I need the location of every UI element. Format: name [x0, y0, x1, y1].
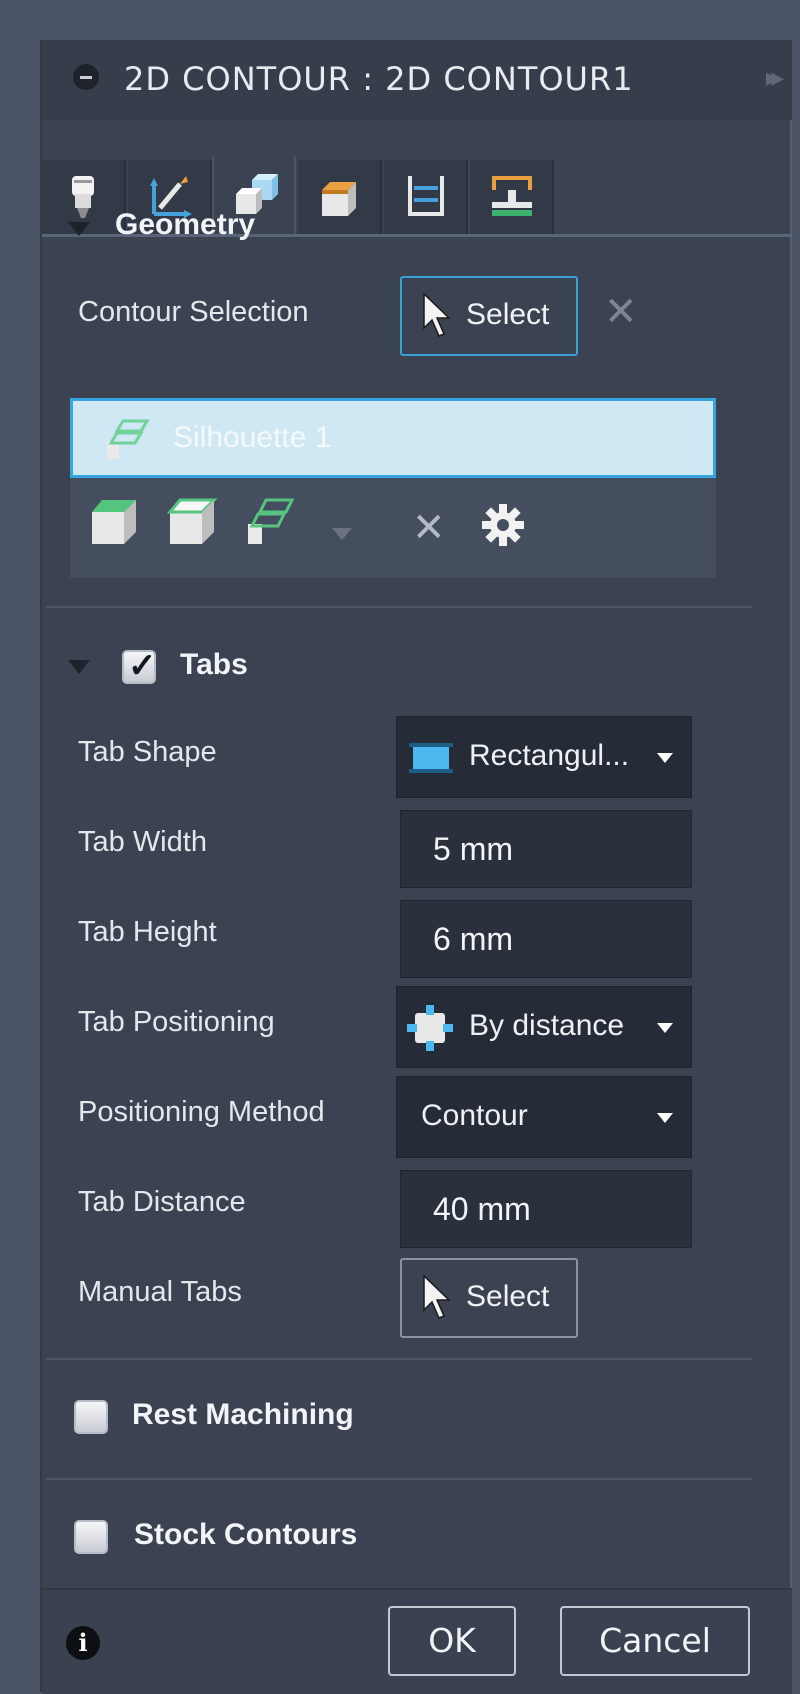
tabs-checkbox[interactable]: ✓ — [122, 647, 157, 685]
positioning-method-label: Positioning Method — [78, 1096, 325, 1128]
tab-positioning-value: By distance — [469, 1009, 625, 1042]
selected-contour-item[interactable]: Silhouette 1 — [70, 398, 716, 478]
selected-contour-label: Silhouette 1 — [173, 421, 332, 454]
cancel-button[interactable]: Cancel — [560, 1606, 750, 1676]
section-divider — [46, 1358, 752, 1360]
chevron-down-icon — [657, 1113, 673, 1123]
green-edge-cube-icon[interactable] — [166, 494, 218, 548]
cursor-arrow-icon — [423, 1274, 451, 1319]
tab-positioning-dropdown[interactable]: By distance — [396, 986, 692, 1068]
expand-arrows-icon[interactable]: ▸▸ — [766, 62, 784, 93]
geometry-collapse-arrow-icon[interactable] — [68, 222, 90, 236]
tab-distance-field[interactable]: 40 mm — [400, 1170, 692, 1248]
info-icon[interactable]: i — [66, 1626, 100, 1660]
tab-shape-dropdown[interactable]: Rectangul... — [396, 716, 692, 798]
linking-icon — [492, 176, 532, 216]
manual-tabs-select-button[interactable]: Select — [400, 1258, 578, 1338]
cursor-arrow-icon — [423, 292, 451, 337]
rectangular-tab-icon — [409, 743, 453, 773]
silhouette-icon — [107, 419, 150, 459]
section-divider — [46, 1478, 752, 1480]
gear-icon[interactable] — [480, 502, 526, 548]
tab-width-label: Tab Width — [78, 826, 207, 858]
rest-machining-title[interactable]: Rest Machining — [132, 1398, 354, 1432]
tool-options-dropdown-icon[interactable] — [332, 528, 352, 540]
tab-passes[interactable] — [384, 160, 468, 236]
stock-cube-icon — [322, 182, 356, 216]
positioning-method-dropdown[interactable]: Contour — [396, 1076, 692, 1158]
tab-width-field[interactable]: 5 mm — [400, 810, 692, 888]
manual-tabs-label: Manual Tabs — [78, 1276, 242, 1308]
tab-width-value: 5 mm — [433, 831, 513, 867]
tab-height-value: 6 mm — [433, 921, 513, 957]
tab-height-label: Tab Height — [78, 916, 217, 948]
tab-positioning-label: Tab Positioning — [78, 1006, 275, 1038]
tab-shape-value: Rectangul... — [469, 739, 630, 772]
contour-select-label: Select — [466, 298, 550, 331]
remove-selection-icon[interactable]: ✕ — [412, 508, 446, 548]
tab-stock[interactable] — [298, 160, 382, 236]
manual-tabs-select-label: Select — [466, 1280, 550, 1313]
rest-machining-checkbox[interactable] — [74, 1400, 108, 1434]
section-divider — [46, 606, 752, 608]
dialog-title-bar[interactable]: 2D CONTOUR : 2D CONTOUR1 ▸▸ — [42, 40, 792, 120]
tab-distance-label: Tab Distance — [78, 1186, 246, 1218]
contour-selection-list: Silhouette 1 ✕ — [70, 398, 716, 578]
tab-height-field[interactable]: 6 mm — [400, 900, 692, 978]
contour-selection-label: Contour Selection — [78, 296, 309, 328]
tab-distance-value: 40 mm — [433, 1191, 531, 1227]
tab-linking[interactable] — [470, 160, 554, 236]
tabs-collapse-arrow-icon[interactable] — [68, 660, 90, 674]
green-face-cube-icon[interactable] — [88, 494, 140, 548]
clear-selection-icon[interactable]: ✕ — [604, 292, 638, 332]
stock-contours-title[interactable]: Stock Contours — [134, 1518, 357, 1552]
dialog-footer: i OK Cancel — [42, 1588, 792, 1694]
passes-icon — [408, 176, 444, 216]
geometry-section-title[interactable]: Geometry — [115, 208, 255, 242]
ok-button[interactable]: OK — [388, 1606, 516, 1676]
tab-shape-label: Tab Shape — [78, 736, 217, 768]
chevron-down-icon — [657, 1023, 673, 1033]
checkmark-icon: ✓ — [128, 647, 157, 685]
tabs-section-title[interactable]: Tabs — [180, 648, 248, 682]
chevron-down-icon — [657, 753, 673, 763]
silhouette-tool-icon[interactable] — [244, 494, 296, 548]
contour-select-button[interactable]: Select — [400, 276, 578, 356]
positioning-method-value: Contour — [421, 1099, 528, 1132]
dialog-title: 2D CONTOUR : 2D CONTOUR1 — [124, 60, 634, 98]
contour-dialog: 2D CONTOUR : 2D CONTOUR1 ▸▸ Geometry Con… — [40, 40, 792, 1694]
stock-contours-checkbox[interactable] — [74, 1520, 108, 1554]
tool-icon — [72, 176, 94, 218]
by-distance-icon — [407, 1005, 453, 1051]
collapse-icon[interactable] — [73, 64, 99, 90]
